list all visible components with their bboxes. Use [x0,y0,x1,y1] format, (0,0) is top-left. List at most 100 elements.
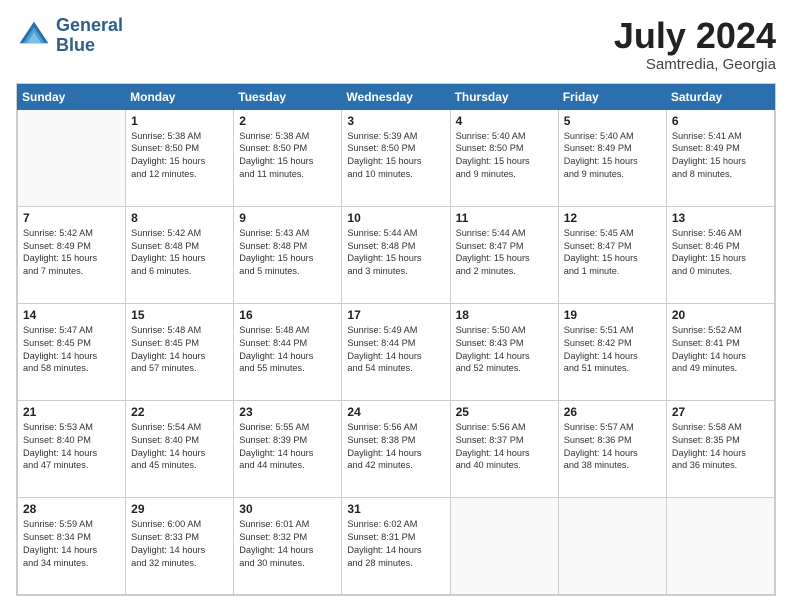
week-row-3: 21 Sunrise: 5:53 AM Sunset: 8:40 PM Dayli… [18,400,775,497]
day-number: 29 [131,502,228,516]
calendar-cell [558,497,666,594]
day-info: Sunrise: 5:50 AM Sunset: 8:43 PM Dayligh… [456,324,553,376]
day-info: Sunrise: 5:56 AM Sunset: 8:37 PM Dayligh… [456,421,553,473]
day-info: Sunrise: 5:54 AM Sunset: 8:40 PM Dayligh… [131,421,228,473]
calendar-cell: 4Sunrise: 5:40 AM Sunset: 8:50 PM Daylig… [450,109,558,206]
col-wednesday: Wednesday [342,84,450,109]
day-number: 5 [564,114,661,128]
calendar-cell: 1 Sunrise: 5:38 AM Sunset: 8:50 PM Daylig… [126,109,234,206]
logo: General Blue [16,16,123,56]
day-info: Sunrise: 5:52 AM Sunset: 8:41 PM Dayligh… [672,324,769,376]
calendar-cell: 11Sunrise: 5:44 AM Sunset: 8:47 PM Dayli… [450,206,558,303]
logo-icon [16,18,52,54]
calendar-cell: 24 Sunrise: 5:56 AM Sunset: 8:38 PM Dayli… [342,400,450,497]
calendar-cell [18,109,126,206]
day-number: 16 [239,308,336,322]
day-number: 30 [239,502,336,516]
day-info: Sunrise: 5:48 AM Sunset: 8:45 PM Dayligh… [131,324,228,376]
col-saturday: Saturday [666,84,774,109]
day-number: 18 [456,308,553,322]
day-info: Sunrise: 6:02 AM Sunset: 8:31 PM Dayligh… [347,518,444,570]
day-info: Sunrise: 5:43 AM Sunset: 8:48 PM Dayligh… [239,227,336,279]
col-thursday: Thursday [450,84,558,109]
title-block: July 2024 Samtredia, Georgia [614,16,776,73]
day-number: 12 [564,211,661,225]
calendar-cell: 7 Sunrise: 5:42 AM Sunset: 8:49 PM Daylig… [18,206,126,303]
col-friday: Friday [558,84,666,109]
calendar-cell: 15 Sunrise: 5:48 AM Sunset: 8:45 PM Dayli… [126,303,234,400]
day-info: Sunrise: 5:55 AM Sunset: 8:39 PM Dayligh… [239,421,336,473]
col-tuesday: Tuesday [234,84,342,109]
day-number: 26 [564,405,661,419]
calendar-cell: 8Sunrise: 5:42 AM Sunset: 8:48 PM Daylig… [126,206,234,303]
day-number: 31 [347,502,444,516]
day-number: 10 [347,211,444,225]
calendar-cell: 26 Sunrise: 5:57 AM Sunset: 8:36 PM Dayli… [558,400,666,497]
calendar-cell: 13 Sunrise: 5:46 AM Sunset: 8:46 PM Dayli… [666,206,774,303]
day-info: Sunrise: 5:38 AM Sunset: 8:50 PM Dayligh… [131,130,228,182]
calendar-cell: 17Sunrise: 5:49 AM Sunset: 8:44 PM Dayli… [342,303,450,400]
calendar-cell: 14Sunrise: 5:47 AM Sunset: 8:45 PM Dayli… [18,303,126,400]
day-number: 7 [23,211,120,225]
month-title: July 2024 [614,16,776,56]
day-info: Sunrise: 5:59 AM Sunset: 8:34 PM Dayligh… [23,518,120,570]
calendar-cell [450,497,558,594]
logo-line2: Blue [56,36,123,56]
day-number: 19 [564,308,661,322]
day-number: 20 [672,308,769,322]
calendar-cell: 19 Sunrise: 5:51 AM Sunset: 8:42 PM Dayli… [558,303,666,400]
calendar-cell: 12 Sunrise: 5:45 AM Sunset: 8:47 PM Dayli… [558,206,666,303]
day-info: Sunrise: 5:57 AM Sunset: 8:36 PM Dayligh… [564,421,661,473]
day-info: Sunrise: 5:42 AM Sunset: 8:48 PM Dayligh… [131,227,228,279]
week-row-0: 1 Sunrise: 5:38 AM Sunset: 8:50 PM Daylig… [18,109,775,206]
day-number: 3 [347,114,444,128]
calendar-cell: 10 Sunrise: 5:44 AM Sunset: 8:48 PM Dayli… [342,206,450,303]
calendar-cell: 29Sunrise: 6:00 AM Sunset: 8:33 PM Dayli… [126,497,234,594]
calendar-body: 1 Sunrise: 5:38 AM Sunset: 8:50 PM Daylig… [18,109,775,594]
day-number: 4 [456,114,553,128]
day-number: 15 [131,308,228,322]
day-info: Sunrise: 5:56 AM Sunset: 8:38 PM Dayligh… [347,421,444,473]
day-info: Sunrise: 5:38 AM Sunset: 8:50 PM Dayligh… [239,130,336,182]
calendar-cell: 2Sunrise: 5:38 AM Sunset: 8:50 PM Daylig… [234,109,342,206]
header: General Blue July 2024 Samtredia, Georgi… [16,16,776,73]
calendar-cell: 28 Sunrise: 5:59 AM Sunset: 8:34 PM Dayli… [18,497,126,594]
day-info: Sunrise: 5:53 AM Sunset: 8:40 PM Dayligh… [23,421,120,473]
day-info: Sunrise: 5:45 AM Sunset: 8:47 PM Dayligh… [564,227,661,279]
day-number: 13 [672,211,769,225]
logo-text: General Blue [56,16,123,56]
col-sunday: Sunday [18,84,126,109]
col-monday: Monday [126,84,234,109]
calendar-cell: 30Sunrise: 6:01 AM Sunset: 8:32 PM Dayli… [234,497,342,594]
week-row-4: 28 Sunrise: 5:59 AM Sunset: 8:34 PM Dayli… [18,497,775,594]
day-number: 25 [456,405,553,419]
calendar-cell: 3Sunrise: 5:39 AM Sunset: 8:50 PM Daylig… [342,109,450,206]
calendar-cell: 6Sunrise: 5:41 AM Sunset: 8:49 PM Daylig… [666,109,774,206]
calendar-cell: 31 Sunrise: 6:02 AM Sunset: 8:31 PM Dayli… [342,497,450,594]
day-number: 28 [23,502,120,516]
calendar-cell: 25 Sunrise: 5:56 AM Sunset: 8:37 PM Dayli… [450,400,558,497]
day-number: 21 [23,405,120,419]
day-number: 1 [131,114,228,128]
calendar-table: Sunday Monday Tuesday Wednesday Thursday… [17,84,775,595]
location-subtitle: Samtredia, Georgia [614,56,776,73]
day-info: Sunrise: 5:46 AM Sunset: 8:46 PM Dayligh… [672,227,769,279]
day-info: Sunrise: 5:42 AM Sunset: 8:49 PM Dayligh… [23,227,120,279]
calendar-cell: 27Sunrise: 5:58 AM Sunset: 8:35 PM Dayli… [666,400,774,497]
day-info: Sunrise: 5:40 AM Sunset: 8:49 PM Dayligh… [564,130,661,182]
calendar-cell: 9 Sunrise: 5:43 AM Sunset: 8:48 PM Daylig… [234,206,342,303]
day-number: 9 [239,211,336,225]
header-row: Sunday Monday Tuesday Wednesday Thursday… [18,84,775,109]
calendar-cell: 16Sunrise: 5:48 AM Sunset: 8:44 PM Dayli… [234,303,342,400]
week-row-2: 14Sunrise: 5:47 AM Sunset: 8:45 PM Dayli… [18,303,775,400]
day-number: 24 [347,405,444,419]
day-number: 22 [131,405,228,419]
day-number: 27 [672,405,769,419]
calendar-cell: 20 Sunrise: 5:52 AM Sunset: 8:41 PM Dayli… [666,303,774,400]
day-number: 6 [672,114,769,128]
day-number: 11 [456,211,553,225]
day-number: 14 [23,308,120,322]
calendar-cell: 22 Sunrise: 5:54 AM Sunset: 8:40 PM Dayli… [126,400,234,497]
day-info: Sunrise: 5:51 AM Sunset: 8:42 PM Dayligh… [564,324,661,376]
day-info: Sunrise: 5:44 AM Sunset: 8:48 PM Dayligh… [347,227,444,279]
